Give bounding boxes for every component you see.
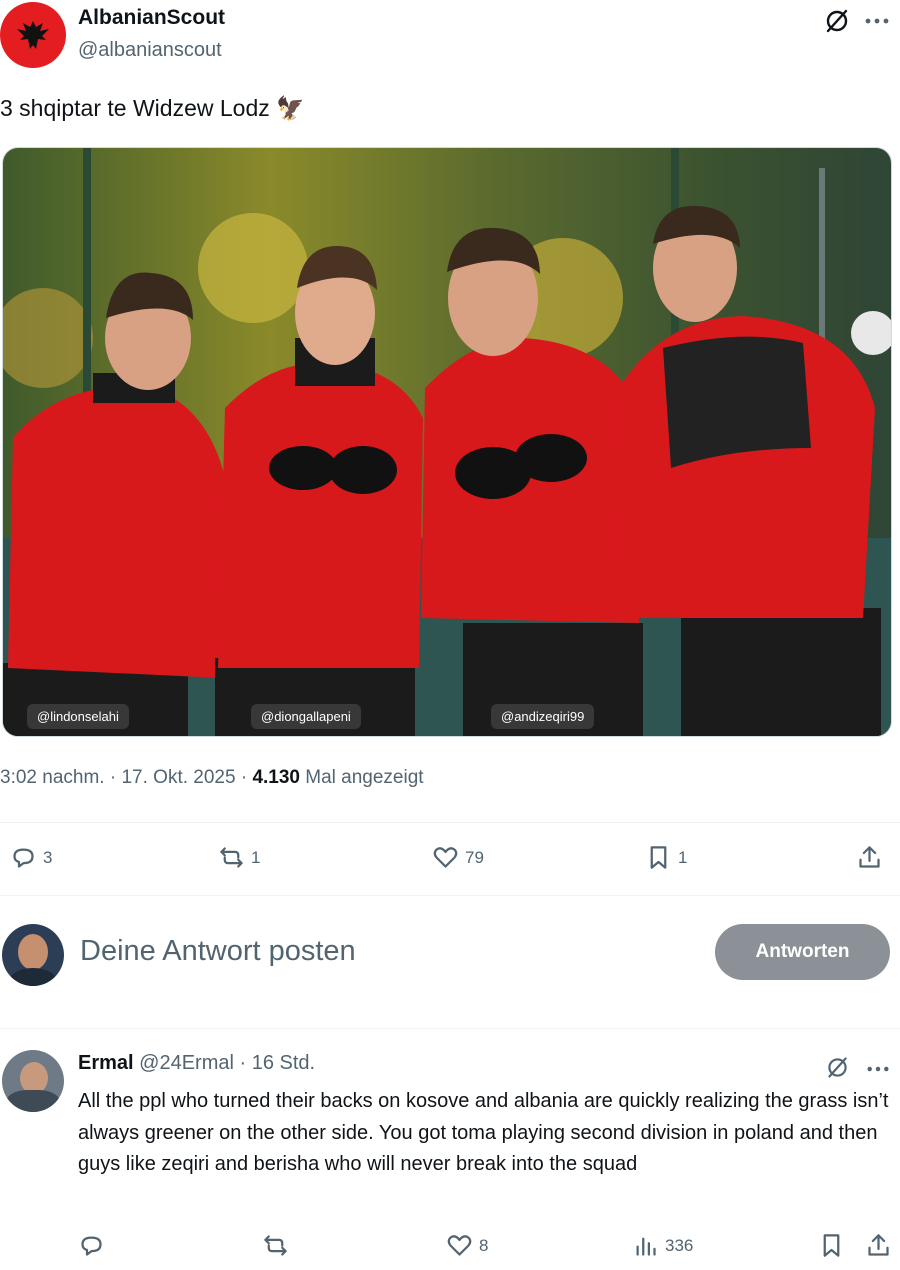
- divider-top: [0, 822, 900, 823]
- more-icon: [867, 1066, 889, 1072]
- like-icon: [447, 1235, 472, 1256]
- photo-tag-2[interactable]: @diongallapeni: [251, 704, 361, 729]
- tweet-date[interactable]: 17. Okt. 2025: [121, 767, 235, 788]
- reply-age[interactable]: 16 Std.: [252, 1052, 315, 1074]
- bookmark-button[interactable]: 1: [645, 844, 687, 871]
- albanian-eagle-icon: [17, 21, 49, 49]
- reply-views-button[interactable]: 336: [632, 1232, 693, 1259]
- tweet-photo[interactable]: @lindonselahi @diongallapeni @andizeqiri…: [2, 147, 892, 737]
- current-user-avatar[interactable]: [2, 924, 64, 986]
- divider-mid: [0, 895, 900, 896]
- meta-separator-2: ·: [235, 767, 253, 788]
- compose-input[interactable]: Deine Antwort posten: [80, 935, 356, 968]
- divider-bottom: [0, 1028, 900, 1029]
- like-button[interactable]: 79: [432, 844, 484, 871]
- share-icon: [859, 846, 880, 868]
- views-count: 4.130: [252, 767, 300, 788]
- bookmark-icon: [650, 846, 667, 869]
- reply-grok-button[interactable]: [824, 1054, 851, 1086]
- more-button[interactable]: [864, 14, 890, 32]
- reply-text: All the ppl who turned their backs on ko…: [78, 1090, 889, 1175]
- photo-tag-1[interactable]: @lindonselahi: [27, 704, 129, 729]
- avatar-face: [18, 934, 48, 970]
- reply-repost-button[interactable]: [262, 1232, 295, 1259]
- reply-author-handle[interactable]: @24Ermal: [139, 1052, 234, 1074]
- more-icon: [865, 18, 889, 24]
- reply-author-name[interactable]: Ermal: [78, 1052, 134, 1074]
- author-handle[interactable]: @albanianscout: [78, 39, 222, 62]
- repost-count: 1: [251, 847, 261, 867]
- reply-header: Ermal @24Ermal · 16 Std.: [78, 1052, 315, 1075]
- tweet-text: 3 shqiptar te Widzew Lodz 🦅: [0, 95, 305, 122]
- tweet-meta: 3:02 nachm. · 17. Okt. 2025 · 4.130 Mal …: [0, 767, 424, 789]
- repost-button[interactable]: 1: [218, 844, 260, 871]
- reply-submit-button[interactable]: Antworten: [715, 924, 890, 980]
- like-icon: [433, 847, 458, 868]
- grok-button[interactable]: [822, 6, 852, 41]
- reply-icon: [13, 848, 34, 868]
- tweet-text-body: 3 shqiptar te Widzew Lodz: [0, 95, 270, 121]
- avatar-shirt: [6, 1090, 60, 1112]
- grok-icon: [826, 9, 848, 33]
- avatar-albanianscout[interactable]: [0, 2, 66, 68]
- views-icon: [636, 1237, 656, 1256]
- share-button[interactable]: [856, 844, 883, 871]
- bookmark-icon: [823, 1234, 840, 1257]
- meta-separator: ·: [104, 767, 122, 788]
- reply-like-count: 8: [479, 1235, 489, 1255]
- like-count: 79: [465, 847, 484, 867]
- reply-share-button[interactable]: [865, 1232, 892, 1259]
- bookmark-count: 1: [678, 847, 688, 867]
- photo-tag-3[interactable]: @andizeqiri99: [491, 704, 595, 729]
- reply-separator: ·: [233, 1052, 252, 1074]
- reply-reply-button[interactable]: [78, 1232, 111, 1259]
- author-name[interactable]: AlbanianScout: [78, 6, 225, 30]
- reply-more-button[interactable]: [866, 1062, 890, 1080]
- share-icon: [868, 1234, 889, 1256]
- reply-icon: [81, 1236, 102, 1256]
- reply-views-count: 336: [665, 1235, 694, 1255]
- reply-author-avatar[interactable]: [2, 1050, 64, 1112]
- avatar-shirt: [8, 968, 58, 986]
- repost-icon: [264, 1235, 287, 1256]
- reply-count: 3: [43, 847, 53, 867]
- repost-icon: [220, 847, 243, 868]
- reply-bookmark-button[interactable]: [818, 1232, 845, 1259]
- views-label: Mal angezeigt: [305, 767, 424, 788]
- players-photo: [3, 148, 891, 736]
- grok-icon: [828, 1057, 847, 1078]
- reply-button[interactable]: 3: [10, 844, 52, 871]
- tweet-time[interactable]: 3:02 nachm.: [0, 767, 105, 788]
- reply-like-button[interactable]: 8: [446, 1232, 488, 1259]
- eagle-emoji: 🦅: [276, 95, 305, 121]
